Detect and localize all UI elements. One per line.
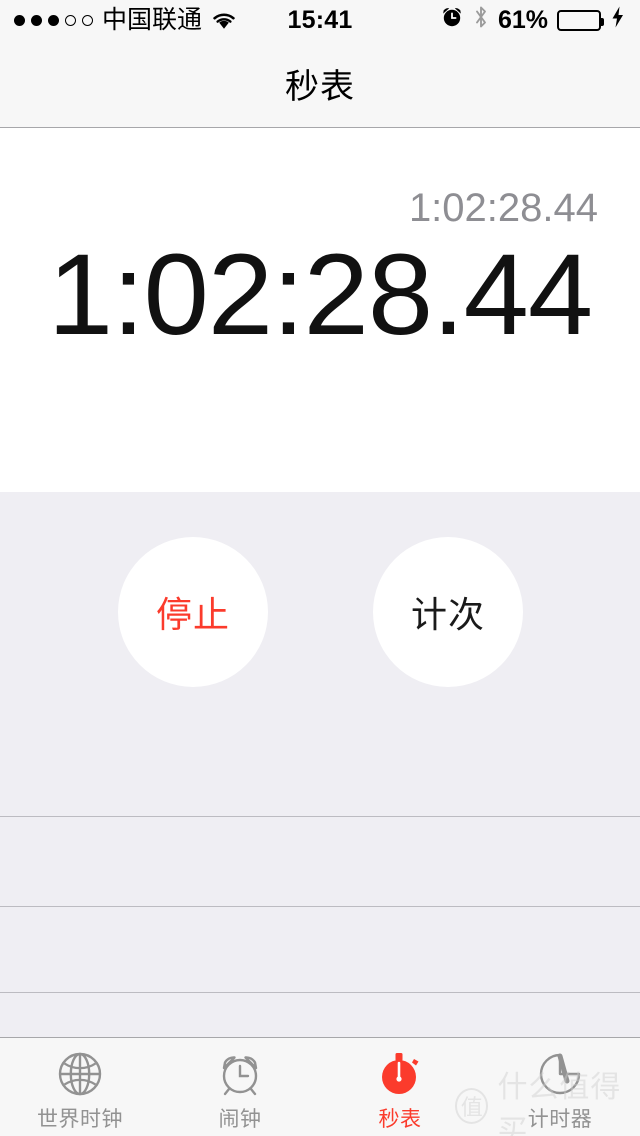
phone-screen: 中国联通 15:41 61% 秒表 1:02:28.44 1:02:28.44 … <box>0 0 640 1136</box>
signal-dot-2 <box>31 14 42 26</box>
status-bar-clock: 15:41 <box>287 5 353 34</box>
tab-timer[interactable]: 计时器 <box>480 1038 640 1136</box>
tab-stopwatch-label: 秒表 <box>378 1108 422 1131</box>
signal-strength-dots <box>14 14 93 26</box>
tab-alarm-label: 闹钟 <box>218 1108 262 1131</box>
signal-dot-5 <box>82 14 93 26</box>
alarm-clock-icon <box>214 1048 266 1100</box>
timer-icon <box>534 1048 586 1100</box>
current-lap-time: 1:02:28.44 <box>408 186 598 230</box>
signal-dot-1 <box>14 14 25 26</box>
stop-button[interactable]: 停止 <box>118 537 268 687</box>
signal-dot-4 <box>65 14 76 26</box>
lightning-bolt-icon <box>610 5 626 36</box>
status-bar-left: 中国联通 <box>14 5 237 34</box>
carrier-label: 中国联通 <box>102 5 203 34</box>
tab-stopwatch[interactable]: 秒表 <box>320 1038 480 1136</box>
lap-list-row[interactable] <box>0 992 640 1037</box>
lap-button[interactable]: 计次 <box>373 537 523 687</box>
tab-timer-label: 计时器 <box>527 1108 593 1131</box>
navigation-bar: 秒表 <box>0 40 640 128</box>
lap-list-row[interactable] <box>0 906 640 992</box>
page-title: 秒表 <box>285 68 355 106</box>
lap-list[interactable] <box>0 816 640 1037</box>
stop-button-label: 停止 <box>155 594 230 635</box>
globe-icon <box>54 1048 106 1100</box>
status-bar: 中国联通 15:41 61% <box>0 0 640 40</box>
battery-icon <box>557 9 604 31</box>
tab-world-clock[interactable]: 世界时钟 <box>0 1038 160 1136</box>
stopwatch-icon <box>374 1048 426 1100</box>
bluetooth-icon <box>473 5 489 36</box>
main-elapsed-time: 1:02:28.44 <box>47 231 593 359</box>
lap-list-row[interactable] <box>0 816 640 906</box>
wifi-icon <box>211 10 237 30</box>
lap-button-label: 计次 <box>410 594 485 635</box>
tab-bar: 世界时钟 闹钟 秒表 计时器 <box>0 1037 640 1136</box>
stopwatch-controls-panel: 停止 计次 <box>0 492 640 816</box>
signal-dot-3 <box>48 14 59 26</box>
tab-world-clock-label: 世界时钟 <box>37 1108 123 1131</box>
alarm-clock-icon <box>440 5 464 36</box>
battery-percent-label: 61% <box>497 5 548 34</box>
stopwatch-display-area: 1:02:28.44 1:02:28.44 <box>0 128 640 492</box>
status-bar-right: 61% <box>440 5 626 36</box>
tab-alarm[interactable]: 闹钟 <box>160 1038 320 1136</box>
